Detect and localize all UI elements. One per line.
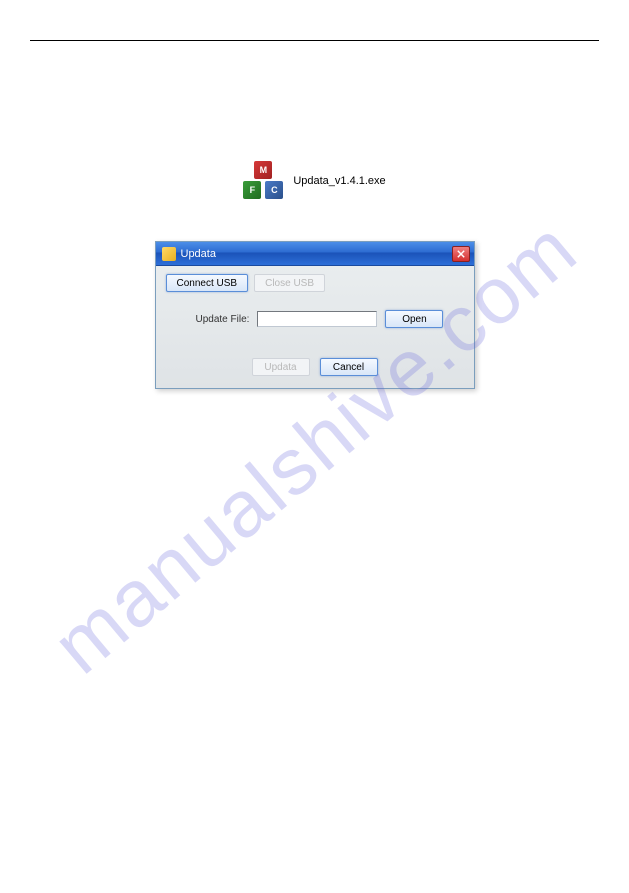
dialog-titlebar[interactable]: Updata xyxy=(156,242,474,266)
dialog-body: Connect USB Close USB Update File: Open … xyxy=(156,266,474,388)
close-button[interactable] xyxy=(452,246,470,262)
cancel-button[interactable]: Cancel xyxy=(320,358,378,376)
exe-filename-label: Updata_v1.4.1.exe xyxy=(293,175,385,187)
updata-button: Updata xyxy=(252,358,310,376)
update-file-label: Update File: xyxy=(196,314,250,325)
mfc-app-icon: M F C xyxy=(243,161,283,201)
close-usb-button: Close USB xyxy=(254,274,325,292)
updata-dialog: Updata Connect USB Close USB Update File… xyxy=(155,241,475,389)
cube-f: F xyxy=(243,181,261,199)
dialog-title: Updata xyxy=(181,248,216,260)
divider-line xyxy=(30,40,599,41)
exe-file-display: M F C Updata_v1.4.1.exe xyxy=(30,161,599,201)
open-button[interactable]: Open xyxy=(385,310,443,328)
cube-c: C xyxy=(265,181,283,199)
app-icon xyxy=(162,247,176,261)
cube-m: M xyxy=(254,161,272,179)
connect-usb-button[interactable]: Connect USB xyxy=(166,274,249,292)
file-path-input[interactable] xyxy=(257,311,377,327)
close-icon xyxy=(457,250,465,258)
